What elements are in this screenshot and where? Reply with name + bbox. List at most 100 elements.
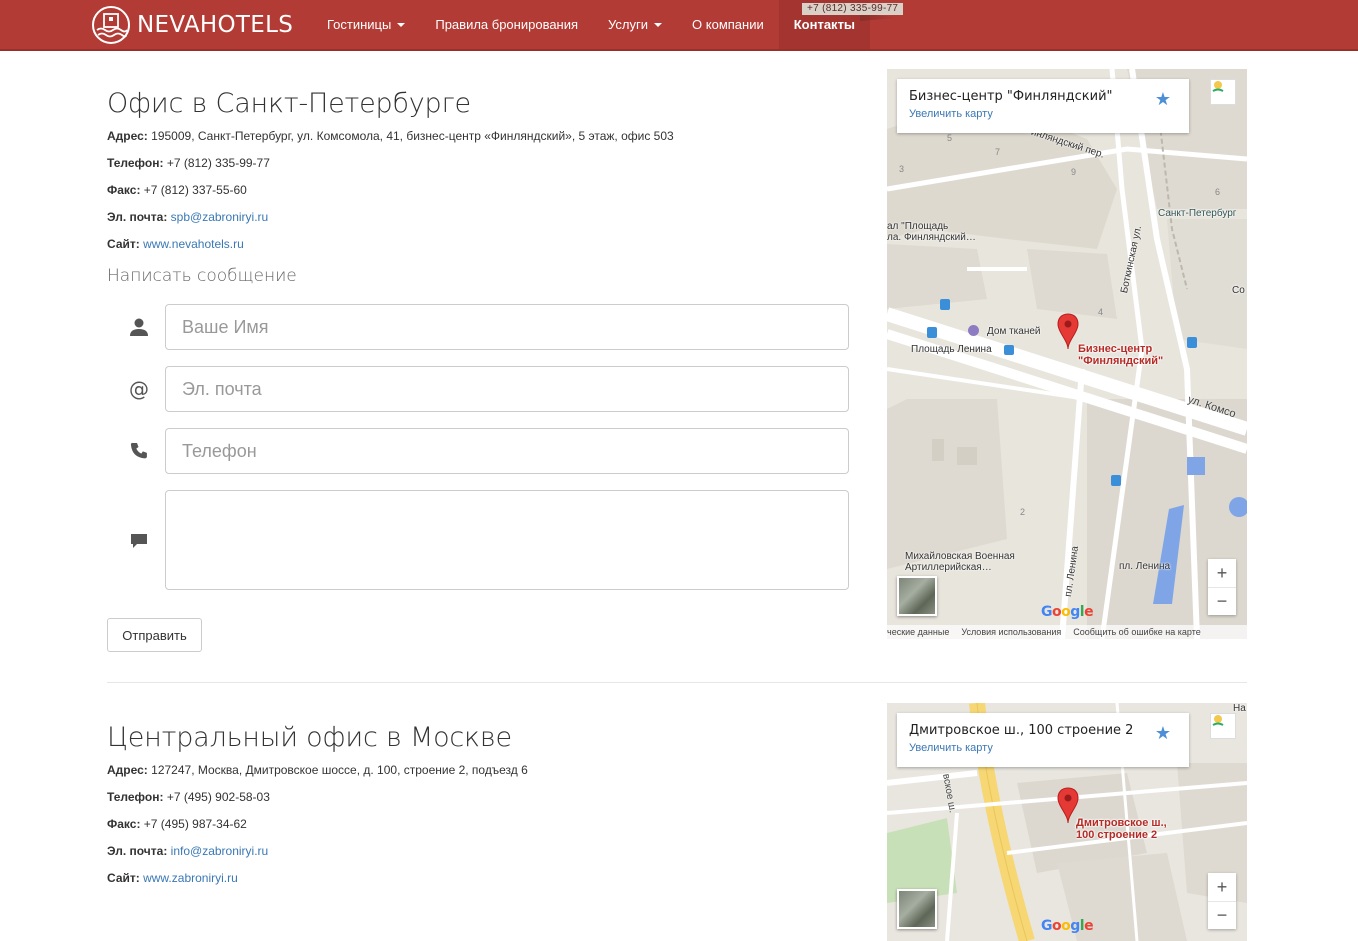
enlarge-map-link[interactable]: Увеличить карту: [909, 108, 1177, 120]
msk-map[interactable]: вское ш. На Дмитровское ш., 100 строение …: [887, 703, 1247, 941]
map-house-number: 2: [1020, 507, 1026, 517]
satellite-toggle[interactable]: [897, 889, 937, 929]
map-label-pl-lenina-2: пл. Ленина: [1119, 561, 1171, 572]
at-icon: @: [129, 377, 149, 401]
map-card-title: Бизнес-центр "Финляндский": [909, 89, 1113, 104]
zoom-control: + −: [1208, 559, 1236, 615]
label: Телефон:: [107, 156, 164, 170]
zoom-in-button[interactable]: +: [1208, 873, 1236, 901]
nav-label: Правила бронирования: [435, 17, 579, 32]
map-label-station-1: ал "Площадь: [887, 221, 949, 232]
map-data-text: ческие данные: [887, 627, 950, 637]
msk-fax: Факс: +7 (495) 987-34-62: [107, 811, 528, 838]
value: +7 (495) 987-34-62: [143, 817, 247, 831]
map-label-co: Co: [1232, 285, 1245, 296]
msk-phone: Телефон: +7 (495) 902-58-03: [107, 784, 528, 811]
google-letter: G: [1041, 604, 1053, 620]
bus-stop-icon: [1187, 337, 1197, 348]
pin-label-line-2: 100 строение 2: [1076, 829, 1158, 841]
google-letter: o: [1052, 604, 1062, 620]
msk-office: Центральный офис в Москве Адрес: 127247,…: [107, 722, 528, 892]
map-house-number: 5: [947, 133, 953, 143]
star-icon[interactable]: ★: [1155, 89, 1171, 110]
google-letter: o: [1052, 918, 1062, 934]
map-house-number: 4: [1098, 307, 1104, 317]
nav-item-booking-rules[interactable]: Правила бронирования: [420, 0, 593, 49]
enlarge-map-link[interactable]: Увеличить карту: [909, 742, 1177, 754]
spb-address: Адрес: 195009, Санкт-Петербург, ул. Комс…: [107, 123, 674, 150]
spb-email-link[interactable]: spb@zabroniryi.ru: [171, 210, 269, 224]
zoom-out-button[interactable]: −: [1208, 587, 1236, 615]
terms-link[interactable]: Условия использования: [955, 627, 1067, 637]
map-label-station-2: ла. Финляндский…: [887, 232, 976, 243]
map-house-number: 3: [899, 164, 905, 174]
msk-office-title: Центральный офис в Москве: [107, 722, 512, 753]
submit-button[interactable]: Отправить: [107, 618, 202, 652]
zoom-control: + −: [1208, 873, 1236, 929]
section-divider: [107, 682, 1247, 683]
name-input[interactable]: Ваше Имя: [165, 304, 849, 350]
map-brand-logo-icon: [1210, 79, 1236, 105]
google-letter: e: [1084, 918, 1094, 934]
spb-email: Эл. почта: spb@zabroniryi.ru: [107, 204, 674, 231]
brand-logo[interactable]: NEVAHOTELS: [91, 5, 293, 45]
spb-fax: Факс: +7 (812) 337-55-60: [107, 177, 674, 204]
hotel-logo-icon: [92, 6, 130, 44]
pin-label-line-1: Дмитровское ш.,: [1076, 817, 1167, 829]
zoom-out-button[interactable]: −: [1208, 901, 1236, 929]
google-letter: e: [1084, 604, 1094, 620]
map-label-spb: Санкт-Петербург: [1158, 208, 1237, 219]
map-label-mikh-1: Михайловская Военная: [905, 551, 1015, 562]
zoom-in-button[interactable]: +: [1208, 559, 1236, 587]
google-letter: g: [1070, 918, 1080, 934]
map-label-pl-lenina: Площадь Ленина: [911, 344, 992, 355]
spb-office: Офис в Санкт-Петербурге Адрес: 195009, С…: [107, 88, 674, 258]
google-letter: g: [1070, 604, 1080, 620]
satellite-toggle[interactable]: [897, 576, 937, 616]
map-house-number: 6: [1215, 187, 1221, 197]
label: Сайт:: [107, 871, 140, 885]
phone-icon: [128, 440, 150, 462]
google-letter: o: [1061, 604, 1071, 620]
google-logo: Google: [1041, 918, 1094, 934]
google-letter: G: [1041, 918, 1053, 934]
nav-label: О компании: [692, 17, 764, 32]
nav-item-hotels[interactable]: Гостиницы: [312, 0, 420, 49]
nav-item-services[interactable]: Услуги: [593, 0, 677, 49]
spb-map-info-card: Бизнес-центр "Финляндский" Увеличить кар…: [897, 79, 1189, 133]
nav-item-about[interactable]: О компании: [677, 0, 779, 49]
label: Факс:: [107, 817, 141, 831]
msk-map-info-card: Дмитровское ш., 100 строение 2 Увеличить…: [897, 713, 1189, 767]
label: Адрес:: [107, 129, 148, 143]
location-pin-icon[interactable]: [1057, 313, 1079, 351]
map-footer: ческие данные Условия использования Сооб…: [887, 625, 1247, 639]
map-label-dom-tkaney: Дом тканей: [987, 326, 1041, 337]
pin-label-line-1: Бизнес-центр: [1078, 343, 1153, 355]
value: 127247, Москва, Дмитровское шоссе, д. 10…: [151, 763, 528, 777]
nav-label: Гостиницы: [327, 17, 392, 32]
phone-badge[interactable]: +7 (812) 335-99-77: [802, 3, 904, 15]
brand-name: NEVAHOTELS: [137, 12, 294, 38]
msk-site-link[interactable]: www.zabroniryi.ru: [143, 871, 238, 885]
map-brand-logo-icon: [1210, 713, 1236, 739]
msk-email: Эл. почта: info@zabroniryi.ru: [107, 838, 528, 865]
spb-office-title: Офис в Санкт-Петербурге: [107, 88, 471, 119]
label: Эл. почта:: [107, 844, 168, 858]
report-error-link[interactable]: Сообщить об ошибке на карте: [1067, 627, 1206, 637]
label: Факс:: [107, 183, 141, 197]
user-icon: [128, 316, 150, 338]
chevron-down-icon: [397, 22, 406, 27]
nav-label: Услуги: [608, 17, 649, 32]
phone-input[interactable]: Телефон: [165, 428, 849, 474]
msk-email-link[interactable]: info@zabroniryi.ru: [171, 844, 269, 858]
spb-site-link[interactable]: www.nevahotels.ru: [143, 237, 244, 251]
star-icon[interactable]: ★: [1155, 723, 1171, 744]
top-navbar: NEVAHOTELS Гостиницы Правила бронировани…: [0, 0, 1358, 51]
email-input[interactable]: Эл. почта: [165, 366, 849, 412]
main-nav: Гостиницы Правила бронирования Услуги О …: [312, 0, 871, 49]
label: Телефон:: [107, 790, 164, 804]
message-textarea[interactable]: [165, 490, 849, 590]
map-card-title: Дмитровское ш., 100 строение 2: [909, 723, 1134, 738]
label: Адрес:: [107, 763, 148, 777]
spb-map[interactable]: Финляндский пер. Санкт-Петербург ал "Пло…: [887, 69, 1247, 639]
